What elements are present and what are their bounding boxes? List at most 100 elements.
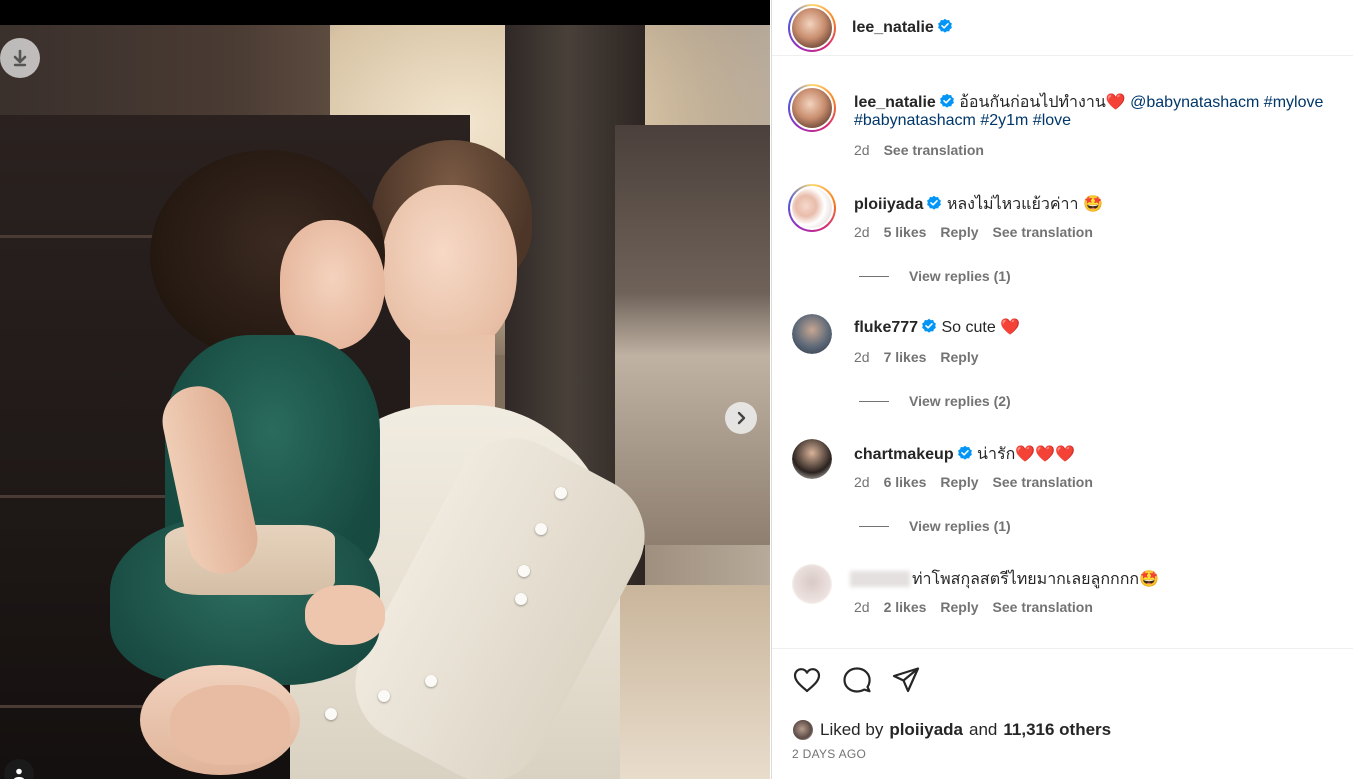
caption-avatar[interactable]	[788, 84, 836, 132]
reply-button[interactable]: Reply	[940, 349, 978, 365]
caption-meta: 2d See translation	[854, 142, 984, 158]
photo-mirror	[615, 125, 770, 545]
caption-mention-link[interactable]: @babynatashacm	[1130, 94, 1259, 111]
comment-likes-button[interactable]: 7 likes	[884, 349, 927, 365]
post-photo[interactable]	[0, 25, 770, 779]
view-replies-label[interactable]: View replies (2)	[909, 393, 1011, 409]
liked-by-prefix: Liked by	[820, 720, 884, 739]
comment-likes-button[interactable]: 5 likes	[884, 224, 927, 240]
view-replies-dash	[859, 525, 889, 527]
comment-text: ท่าโพสกุลสตรีไทยมากเลยลูกกกก🤩	[912, 571, 1159, 588]
comment-username[interactable]: fluke777	[854, 319, 918, 336]
avatar-image	[790, 186, 834, 230]
photo-dress-button	[535, 523, 547, 535]
comment-time: 2d	[854, 224, 870, 240]
liked-by-row: Liked by ploiiyada and 11,316 others	[792, 719, 1111, 741]
comment-text: So cute ❤️	[941, 319, 1021, 336]
comment-meta: 2d 2 likes Reply See translation	[854, 599, 1093, 615]
verified-badge-icon	[937, 18, 952, 33]
avatar[interactable]	[788, 4, 836, 52]
caption-hashtag-link[interactable]: #love	[1033, 112, 1071, 129]
comment-time: 2d	[854, 599, 870, 615]
avatar-image	[792, 719, 814, 741]
caption-hashtag-link[interactable]: #2y1m	[980, 112, 1028, 129]
comment-body: chartmakeup น่ารัก❤️❤️❤️	[854, 442, 1075, 467]
comment-text: น่ารัก❤️❤️❤️	[977, 446, 1076, 463]
comment-likes-button[interactable]: 2 likes	[884, 599, 927, 615]
caption-line-2: #babynatashacm #2y1m #love	[854, 112, 1071, 130]
photo-dress-button	[518, 565, 530, 577]
caption-time[interactable]: 2d	[854, 142, 870, 158]
download-button[interactable]	[0, 38, 40, 78]
comment-avatar[interactable]	[792, 314, 832, 354]
verified-badge-icon	[957, 445, 972, 460]
view-replies-dash	[859, 400, 889, 402]
paper-plane-icon[interactable]	[891, 665, 921, 695]
post-actions: Liked by ploiiyada and 11,316 others 2 D…	[772, 648, 1353, 779]
comment-likes-button[interactable]: 6 likes	[884, 474, 927, 490]
see-translation-button[interactable]: See translation	[993, 474, 1093, 490]
comment-meta: 2d 5 likes Reply See translation	[854, 224, 1093, 240]
photo-child-hand	[305, 585, 385, 645]
comment-body: ploiiyada หลงไม่ไหวแย้วค่าา 🤩	[854, 192, 1103, 217]
view-replies-button[interactable]: View replies (2)	[859, 393, 1011, 409]
view-replies-button[interactable]: View replies (1)	[859, 518, 1011, 534]
comment-body: ท่าโพสกุลสตรีไทยมากเลยลูกกกก🤩	[850, 567, 1159, 592]
avatar-image	[792, 314, 832, 354]
caption-username[interactable]: lee_natalie	[854, 94, 936, 111]
view-replies-label[interactable]: View replies (1)	[909, 268, 1011, 284]
liked-by-user-link[interactable]: ploiiyada	[889, 720, 963, 740]
caption-text: อ้อนกันก่อนไปทำงาน	[959, 94, 1106, 111]
chevron-right-icon	[737, 411, 746, 425]
reply-button[interactable]: Reply	[940, 599, 978, 615]
verified-badge-icon	[939, 93, 954, 108]
view-replies-button[interactable]: View replies (1)	[859, 268, 1011, 284]
photo-dress-button	[378, 690, 390, 702]
caption-hashtag-link[interactable]: #mylove	[1264, 94, 1324, 111]
comment-text: หลงไม่ไหวแย้วค่าา 🤩	[946, 196, 1103, 213]
liked-by-and: and	[969, 720, 998, 739]
header-username[interactable]: lee_natalie	[852, 19, 934, 36]
liked-by-avatar[interactable]	[792, 719, 814, 741]
photo-dress-button	[425, 675, 437, 687]
comment-avatar[interactable]	[792, 439, 832, 479]
view-replies-dash	[859, 275, 889, 277]
heart-outline-icon[interactable]	[792, 665, 822, 695]
post-header: lee_natalie	[772, 0, 1353, 56]
photo-dress-button	[325, 708, 337, 720]
comment-body: fluke777 So cute ❤️	[854, 317, 1020, 337]
likes-count-link[interactable]: 11,316 others	[1003, 720, 1111, 740]
comment-username[interactable]: chartmakeup	[854, 446, 954, 463]
avatar-image	[790, 86, 834, 130]
avatar-image	[792, 439, 832, 479]
verified-badge-icon	[922, 318, 936, 333]
see-translation-button[interactable]: See translation	[884, 142, 984, 158]
comment-username-redacted[interactable]	[850, 571, 910, 587]
comment-username[interactable]: ploiiyada	[854, 196, 923, 213]
comment-time: 2d	[854, 349, 870, 365]
see-translation-button[interactable]: See translation	[993, 224, 1093, 240]
post-timestamp[interactable]: 2 DAYS AGO	[792, 747, 866, 761]
photo-child-face	[280, 220, 385, 350]
comment-bubble-icon[interactable]	[842, 665, 872, 695]
user-tag-icon	[13, 768, 25, 779]
comment-time: 2d	[854, 474, 870, 490]
reply-button[interactable]: Reply	[940, 224, 978, 240]
avatar-image	[790, 6, 834, 50]
photo-woman-hand	[170, 685, 290, 765]
avatar-image	[792, 564, 832, 604]
caption-hashtag-link[interactable]: #babynatashacm	[854, 112, 976, 129]
comment-avatar[interactable]	[788, 184, 836, 232]
reply-button[interactable]: Reply	[940, 474, 978, 490]
post-media	[0, 0, 770, 779]
view-replies-label[interactable]: View replies (1)	[909, 518, 1011, 534]
next-media-button[interactable]	[725, 402, 757, 434]
see-translation-button[interactable]: See translation	[993, 599, 1093, 615]
download-arrow-icon	[13, 49, 27, 67]
header-username-row[interactable]: lee_natalie	[852, 18, 953, 37]
photo-dress-button	[515, 593, 527, 605]
comment-avatar[interactable]	[792, 564, 832, 604]
post-sidebar: lee_natalie lee_natalie อ้อนกันก่อนไปทำง…	[771, 0, 1353, 779]
verified-badge-icon	[927, 195, 942, 210]
comment-meta: 2d 6 likes Reply See translation	[854, 474, 1093, 490]
